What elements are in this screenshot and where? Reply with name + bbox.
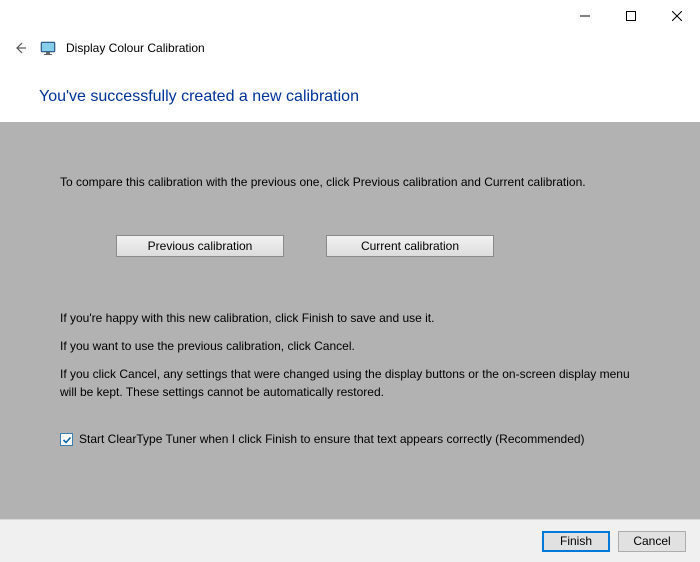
cancel-button[interactable]: Cancel [618, 531, 686, 552]
current-calibration-button[interactable]: Current calibration [326, 235, 494, 257]
finish-button[interactable]: Finish [542, 531, 610, 552]
minimize-button[interactable] [562, 2, 608, 30]
content-area: To compare this calibration with the pre… [0, 122, 700, 520]
compare-description: To compare this calibration with the pre… [60, 174, 640, 191]
page-heading: You've successfully created a new calibr… [39, 88, 700, 106]
finish-instruction: If you're happy with this new calibratio… [60, 309, 640, 327]
previous-calibration-button[interactable]: Previous calibration [116, 235, 284, 257]
cancel-note: If you click Cancel, any settings that w… [60, 365, 640, 401]
window-controls [562, 2, 700, 30]
cleartype-checkbox-label: Start ClearType Tuner when I click Finis… [79, 431, 585, 448]
footer: Finish Cancel [0, 519, 700, 562]
back-button[interactable] [10, 38, 30, 58]
heading-row: You've successfully created a new calibr… [0, 66, 700, 122]
window-title: Display Colour Calibration [66, 41, 205, 55]
cleartype-checkbox-row: Start ClearType Tuner when I click Finis… [60, 431, 640, 448]
app-icon [40, 40, 56, 56]
check-icon [62, 435, 72, 445]
title-bar [0, 0, 700, 30]
cancel-instruction: If you want to use the previous calibrat… [60, 337, 640, 355]
header-row: Display Colour Calibration [0, 30, 700, 66]
close-button[interactable] [654, 2, 700, 30]
compare-buttons-row: Previous calibration Current calibration [116, 235, 640, 257]
maximize-button[interactable] [608, 2, 654, 30]
cleartype-checkbox[interactable] [60, 433, 73, 446]
